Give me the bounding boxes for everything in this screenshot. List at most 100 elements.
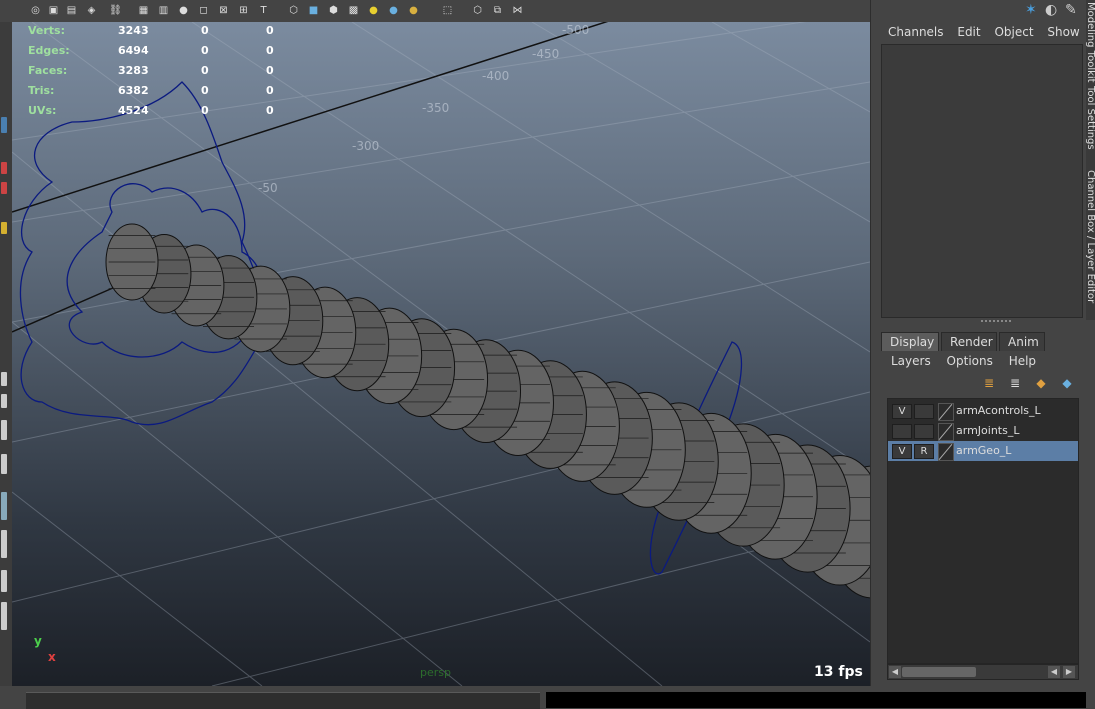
shadows-icon[interactable]: ● bbox=[406, 3, 421, 18]
move-tool-icon[interactable] bbox=[1, 162, 7, 174]
camera-name: persp bbox=[420, 666, 451, 679]
tab-channel-box-layer-editor[interactable]: Channel Box / Layer Editor bbox=[1084, 170, 1095, 303]
layer-color-swatch[interactable] bbox=[938, 403, 954, 421]
rotate-tool-icon[interactable] bbox=[1, 182, 7, 194]
stat-row-uvs: UVs: 4524 0 0 bbox=[28, 100, 288, 120]
menu-object[interactable]: Object bbox=[994, 25, 1033, 39]
layout-icon[interactable] bbox=[1, 530, 7, 558]
stat-row-edges: Edges: 6494 0 0 bbox=[28, 40, 288, 60]
tab-tool-settings[interactable]: Tool Settings bbox=[1084, 86, 1095, 150]
lights-icon[interactable]: ● bbox=[366, 3, 381, 18]
menu-edit[interactable]: Edit bbox=[957, 25, 980, 39]
layer-row[interactable]: armJoints_L bbox=[888, 421, 1078, 441]
layer-list-hscrollbar[interactable]: ◀ ◀ ▶ bbox=[887, 664, 1079, 680]
tab-anim[interactable]: Anim bbox=[999, 332, 1045, 351]
menu-options[interactable]: Options bbox=[947, 354, 993, 368]
layout-icon[interactable] bbox=[1, 394, 7, 408]
frame-icon[interactable]: ⛓ bbox=[108, 3, 123, 18]
menu-help[interactable]: Help bbox=[1009, 354, 1036, 368]
stat-row-tris: Tris: 6382 0 0 bbox=[28, 80, 288, 100]
reference-toggle[interactable] bbox=[914, 404, 934, 419]
new-layer-selected-icon[interactable]: ◆ bbox=[1059, 376, 1075, 392]
menu-show[interactable]: Show bbox=[1047, 25, 1079, 39]
visibility-toggle[interactable]: V bbox=[892, 404, 912, 419]
layer-color-swatch[interactable] bbox=[938, 423, 954, 441]
layer-row[interactable]: V R armGeo_L bbox=[888, 441, 1078, 461]
reference-toggle[interactable] bbox=[914, 424, 934, 439]
shaded-icon[interactable]: ■ bbox=[306, 3, 321, 18]
texture-icon[interactable]: ⊞ bbox=[236, 3, 251, 18]
visibility-toggle[interactable] bbox=[892, 424, 912, 439]
menu-layers[interactable]: Layers bbox=[891, 354, 931, 368]
reference-toggle[interactable]: R bbox=[914, 444, 934, 459]
tab-render[interactable]: Render bbox=[941, 332, 997, 351]
layer-up-icon[interactable]: ≣ bbox=[981, 376, 997, 392]
half-circle-icon[interactable]: ◐ bbox=[1045, 2, 1057, 18]
pen-icon[interactable]: ✎ bbox=[1065, 2, 1077, 18]
stat-value: 3283 bbox=[118, 64, 149, 77]
channel-box-layer-editor: ✶ ◐ ✎ Channels Edit Object Show Modeling… bbox=[870, 0, 1095, 686]
camera-icon[interactable]: ▤ bbox=[64, 3, 79, 18]
stat-value: 0 bbox=[201, 64, 209, 77]
layout-icon[interactable] bbox=[1, 372, 7, 386]
tab-modeling-toolkit[interactable]: Modeling Toolkit bbox=[1084, 2, 1095, 83]
highlight-icon[interactable]: ⬚ bbox=[440, 3, 455, 18]
stat-value: 3243 bbox=[118, 24, 149, 37]
stat-value: 0 bbox=[201, 84, 209, 97]
panel-splitter[interactable] bbox=[981, 320, 1011, 326]
scene-graphics: -500 -450 -400 -350 -300 -50 bbox=[12, 22, 870, 686]
wireframe-icon[interactable]: ⬡ bbox=[286, 3, 301, 18]
scroll-left-icon[interactable]: ◀ bbox=[889, 666, 901, 678]
new-layer-icon[interactable]: ◆ bbox=[1033, 376, 1049, 392]
xray-icon[interactable]: ◻ bbox=[196, 3, 211, 18]
select-tool-icon[interactable] bbox=[1, 117, 7, 133]
visibility-toggle[interactable]: V bbox=[892, 444, 912, 459]
arm-geometry[interactable] bbox=[105, 223, 870, 599]
grid-label: -450 bbox=[532, 47, 559, 61]
default-light-icon[interactable]: ● bbox=[386, 3, 401, 18]
layout-icon[interactable] bbox=[1, 454, 7, 474]
scroll-right-icon[interactable]: ▶ bbox=[1063, 666, 1075, 678]
isolate-icon[interactable]: ⊠ bbox=[216, 3, 231, 18]
playblast-icon[interactable]: ◈ bbox=[84, 3, 99, 18]
scroll-thumb[interactable] bbox=[902, 667, 976, 677]
layer-row[interactable]: V armAcontrols_L bbox=[888, 401, 1078, 421]
isolate-select-icon[interactable]: ⧉ bbox=[490, 3, 505, 18]
stat-label: Verts: bbox=[28, 24, 66, 37]
resolution-gate-icon[interactable]: ● bbox=[176, 3, 191, 18]
bookmark-icon[interactable]: ▣ bbox=[46, 3, 61, 18]
command-line[interactable] bbox=[26, 692, 540, 709]
menu-channels[interactable]: Channels bbox=[888, 25, 944, 39]
motion-blur-icon[interactable]: ⋈ bbox=[510, 3, 525, 18]
snapshot-icon[interactable]: ◎ bbox=[28, 3, 43, 18]
perspective-viewport[interactable]: -500 -450 -400 -350 -300 -50 Verts: 3243… bbox=[12, 22, 870, 686]
camera-attr-icon[interactable]: ⬡ bbox=[470, 3, 485, 18]
stat-label: Edges: bbox=[28, 44, 70, 57]
grid-label: -350 bbox=[422, 101, 449, 115]
axis-y-label: y bbox=[34, 634, 42, 648]
layer-name: armGeo_L bbox=[956, 444, 1012, 457]
command-result bbox=[546, 692, 1086, 708]
left-toolbox-strip bbox=[0, 22, 12, 686]
channel-box-area[interactable] bbox=[881, 44, 1083, 318]
layout-icon[interactable] bbox=[1, 492, 7, 520]
grid-icon[interactable]: ▦ bbox=[136, 3, 151, 18]
stat-value: 0 bbox=[266, 104, 274, 117]
stat-row-faces: Faces: 3283 0 0 bbox=[28, 60, 288, 80]
film-gate-icon[interactable]: ▥ bbox=[156, 3, 171, 18]
scale-tool-icon[interactable] bbox=[1, 222, 7, 234]
tab-display[interactable]: Display bbox=[881, 332, 939, 351]
axis-gizmo-icon[interactable]: ✶ bbox=[1025, 2, 1037, 18]
layer-down-icon[interactable]: ≣ bbox=[1007, 376, 1023, 392]
smooth-shade-icon[interactable]: ▩ bbox=[346, 3, 361, 18]
layout-icon[interactable] bbox=[1, 420, 7, 440]
stat-label: Faces: bbox=[28, 64, 68, 77]
stat-value: 6382 bbox=[118, 84, 149, 97]
light-icon[interactable]: T bbox=[256, 3, 271, 18]
wireframe-shaded-icon[interactable]: ⬢ bbox=[326, 3, 341, 18]
scroll-left-icon[interactable]: ◀ bbox=[1048, 666, 1060, 678]
axis-x-label: x bbox=[48, 650, 56, 664]
layout-icon[interactable] bbox=[1, 602, 7, 630]
layer-color-swatch[interactable] bbox=[938, 443, 954, 461]
layout-icon[interactable] bbox=[1, 570, 7, 592]
